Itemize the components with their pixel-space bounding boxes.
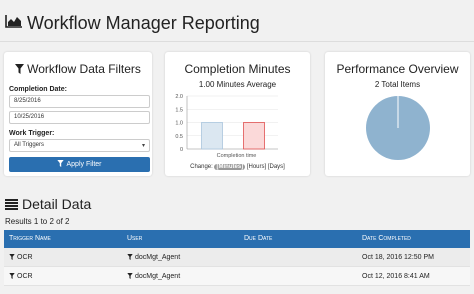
column-header-due-date[interactable]: Due Date (244, 230, 272, 248)
unit-toggle: Change: [Minutes] [Hours] [Days] (165, 163, 310, 171)
work-trigger-value: All Triggers (14, 142, 45, 148)
results-count: Results 1 to 2 of 2 (5, 217, 70, 226)
hours-option[interactable]: [Hours] (247, 164, 266, 170)
apply-filter-label: Apply Filter (66, 161, 102, 168)
filter-icon (9, 254, 15, 260)
chevron-down-icon: ▾ (141, 143, 145, 149)
filter-icon (9, 273, 15, 279)
minutes-option[interactable]: [Minutes] (214, 164, 246, 170)
table-row[interactable]: OCR docMgt_Agent Oct 18, 2016 12:50 PM (4, 248, 470, 267)
performance-title: Performance Overview (336, 62, 459, 76)
bar (243, 122, 265, 150)
completion-date-label: Completion Date: (9, 86, 67, 93)
column-header-trigger[interactable]: Trigger Name (9, 230, 51, 248)
page-title: Workflow Manager Reporting (27, 13, 260, 33)
trigger-name: OCR (17, 273, 33, 280)
date-to-input[interactable]: 10/25/2016 (9, 111, 150, 124)
filters-title-text: Workflow Data Filters (27, 62, 141, 76)
date-from-input[interactable]: 8/25/2016 (9, 95, 150, 108)
column-header-date-completed[interactable]: Date Completed (362, 230, 411, 248)
filter-icon (127, 254, 133, 260)
y-tick-label: 0.5 (175, 134, 183, 140)
table-header: Trigger Name User Due Date Date Complete… (4, 230, 470, 248)
trigger-cell: OCR (9, 267, 33, 286)
apply-filter-button[interactable]: Apply Filter (9, 157, 150, 172)
trigger-name: OCR (17, 254, 33, 261)
work-trigger-select[interactable]: All Triggers ▾ (9, 139, 150, 152)
y-tick-label: 1.5 (175, 107, 183, 113)
performance-pie-chart (366, 96, 430, 160)
detail-table: Trigger Name User Due Date Date Complete… (4, 230, 470, 286)
user-cell: docMgt_Agent (127, 248, 180, 267)
user-name: docMgt_Agent (135, 254, 181, 261)
completion-minutes-title: Completion Minutes (184, 62, 291, 76)
change-label: Change: (190, 164, 213, 170)
filter-icon (15, 64, 25, 74)
date-completed-cell: Oct 18, 2016 12:50 PM (362, 254, 434, 261)
table-row[interactable]: OCR docMgt_Agent Oct 12, 2016 8:41 AM (4, 267, 470, 286)
completion-bar-chart: 2.0 1.5 1.0 0.5 0 Completion time (175, 94, 278, 159)
y-tick-label: 2.0 (175, 94, 183, 100)
user-name: docMgt_Agent (135, 273, 181, 280)
y-tick-label: 0 (180, 147, 183, 153)
list-icon (5, 199, 18, 210)
average-minutes-text: 1.00 Minutes Average (198, 80, 277, 89)
column-header-user[interactable]: User (127, 230, 142, 248)
completion-minutes-panel: Completion Minutes 1.00 Minutes Average … (165, 52, 310, 176)
performance-panel: Performance Overview 2 Total Items (325, 52, 470, 176)
header-divider (0, 41, 474, 42)
x-axis-label: Completion time (217, 153, 257, 159)
filter-icon (57, 160, 65, 167)
filters-panel: Workflow Data Filters Completion Date: 8… (4, 52, 152, 176)
bar (201, 122, 223, 150)
trigger-cell: OCR (9, 248, 33, 267)
work-trigger-label: Work Trigger: (9, 130, 55, 137)
y-tick-label: 1.0 (175, 121, 183, 127)
filters-title: Workflow Data Filters (4, 62, 152, 76)
detail-title: Detail Data (22, 196, 92, 212)
filter-icon (127, 273, 133, 279)
days-option[interactable]: [Days] (268, 164, 285, 170)
date-completed-cell: Oct 12, 2016 8:41 AM (362, 273, 430, 280)
total-items-text: 2 Total Items (374, 80, 421, 89)
page-header: Workflow Manager Reporting (0, 0, 474, 44)
user-cell: docMgt_Agent (127, 267, 180, 286)
area-chart-icon (5, 15, 22, 28)
